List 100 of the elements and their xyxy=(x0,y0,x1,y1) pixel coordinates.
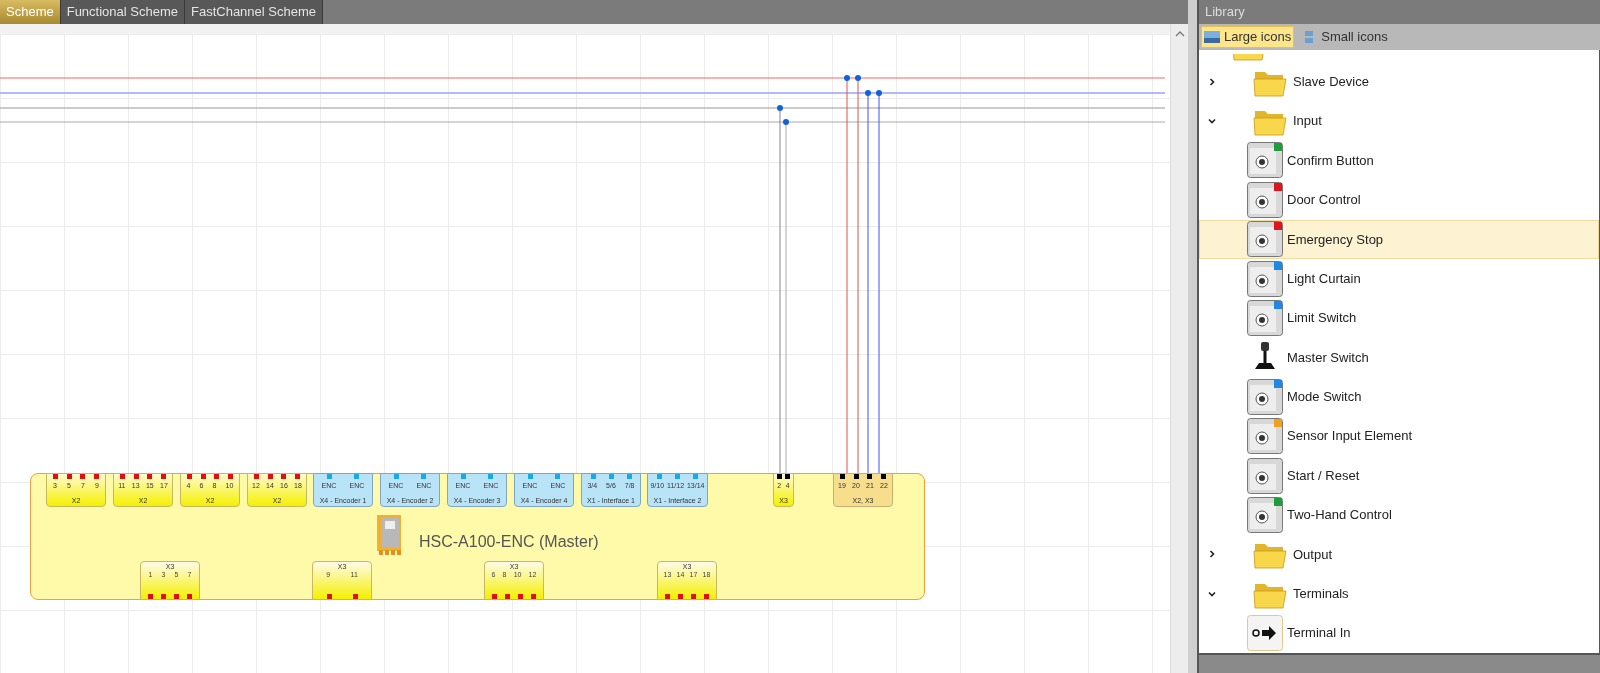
pin-marker xyxy=(187,474,193,479)
device-icon xyxy=(1247,300,1283,337)
pin-marker xyxy=(120,474,126,479)
pin-marker xyxy=(327,474,332,479)
device-icon xyxy=(1247,142,1283,179)
pin-marker xyxy=(626,474,632,479)
pin-marker xyxy=(394,474,399,479)
device-icon xyxy=(1247,497,1283,533)
pin-marker xyxy=(704,594,709,599)
item-label: Emergency Stop xyxy=(1287,230,1384,249)
pin-marker xyxy=(853,474,859,479)
device-icon xyxy=(1247,418,1283,455)
pin-marker xyxy=(421,474,426,479)
pin-marker xyxy=(590,474,596,479)
pin-marker xyxy=(505,594,510,599)
panel-title: Library xyxy=(1204,3,1246,21)
item-label: Limit Switch xyxy=(1287,309,1357,328)
pin-marker xyxy=(656,474,662,479)
folder-label: Terminals xyxy=(1293,585,1349,603)
pin-marker xyxy=(227,474,233,479)
pin-marker xyxy=(66,474,72,479)
pin-marker xyxy=(665,594,670,599)
chevron-right-icon[interactable] xyxy=(1207,76,1217,87)
pin-marker xyxy=(675,474,680,479)
library-item[interactable]: Light Curtain xyxy=(1199,258,1599,299)
library-item[interactable]: Confirm Button xyxy=(1199,140,1599,181)
view-toggle[interactable]: Small icons xyxy=(1298,26,1391,48)
pin-marker xyxy=(608,474,614,479)
library-item[interactable]: Door Control xyxy=(1199,180,1599,220)
folder-label: Input xyxy=(1293,112,1322,131)
pin-marker xyxy=(461,474,466,479)
pin-marker xyxy=(867,474,873,479)
scrollbar-track[interactable] xyxy=(1170,24,1188,673)
pin-marker xyxy=(187,594,192,599)
pin-marker xyxy=(840,474,846,479)
library-folder[interactable]: Slave Device xyxy=(1199,62,1599,102)
pin-marker xyxy=(214,474,220,479)
device-icon xyxy=(1247,181,1283,218)
pin-marker xyxy=(174,594,179,599)
pin-marker xyxy=(281,474,287,479)
library-item[interactable]: Mode Switch xyxy=(1199,377,1599,417)
pin-marker xyxy=(133,474,139,479)
pin-marker xyxy=(555,474,560,479)
folder-label: Slave Device xyxy=(1293,72,1369,91)
chevron-right-icon[interactable] xyxy=(1207,549,1217,560)
library-folder[interactable]: Input xyxy=(1199,101,1599,141)
pin-marker xyxy=(148,594,153,599)
item-label: Mode Switch xyxy=(1287,388,1362,407)
pin-marker xyxy=(492,594,497,599)
pin-marker xyxy=(267,474,273,479)
scheme-tab[interactable]: Functional Scheme xyxy=(60,0,185,24)
library-item[interactable]: Master Switch xyxy=(1199,337,1599,378)
item-label: Light Curtain xyxy=(1287,269,1361,288)
large-icons-icon xyxy=(1204,30,1220,44)
pin-marker xyxy=(691,594,696,599)
item-label: Two-Hand Control xyxy=(1287,506,1392,525)
item-label: Terminal In xyxy=(1287,624,1351,643)
pin-marker xyxy=(488,474,493,479)
pin-marker xyxy=(294,474,300,479)
pin-marker xyxy=(200,474,206,479)
item-label: Confirm Button xyxy=(1287,151,1374,170)
controller-icon xyxy=(377,515,401,555)
item-label: Door Control xyxy=(1287,191,1361,210)
library-folder[interactable]: Terminals xyxy=(1199,574,1599,614)
device-icon xyxy=(1247,260,1283,297)
device-icon xyxy=(1247,378,1283,415)
pin-marker xyxy=(147,474,153,479)
item-label: Sensor Input Element xyxy=(1287,427,1413,446)
scroll-up-icon[interactable] xyxy=(1174,30,1185,38)
pin-marker xyxy=(53,474,59,479)
device-icon xyxy=(1247,457,1283,494)
library-item[interactable]: Terminal In xyxy=(1199,613,1599,653)
pin-marker xyxy=(678,594,683,599)
device-name: HSC-A100-ENC (Master) xyxy=(419,532,599,552)
pin-marker xyxy=(880,474,886,479)
folder-label: Output xyxy=(1293,545,1333,564)
pin-marker xyxy=(254,474,260,479)
pin-marker xyxy=(161,594,166,599)
device-icon xyxy=(1247,221,1283,258)
library-item[interactable]: Start / Reset xyxy=(1199,455,1599,496)
scheme-tab[interactable]: FastChannel Scheme xyxy=(185,0,323,24)
library-item[interactable]: Emergency Stop xyxy=(1199,219,1599,259)
pin-marker xyxy=(80,474,86,479)
view-toggle[interactable]: Large icons xyxy=(1201,26,1295,48)
item-label: Start / Reset xyxy=(1287,466,1360,485)
library-item[interactable]: Sensor Input Element xyxy=(1199,416,1599,456)
item-label: Master Switch xyxy=(1287,348,1369,367)
library-item[interactable]: Limit Switch xyxy=(1199,298,1599,338)
library-folder[interactable]: Output xyxy=(1199,534,1599,575)
pin-marker xyxy=(160,474,166,479)
pin-marker xyxy=(518,594,523,599)
pin-marker xyxy=(531,594,536,599)
library-item[interactable]: Two-Hand Control xyxy=(1199,495,1599,535)
pin-marker xyxy=(693,474,699,479)
pin-marker xyxy=(326,594,332,599)
folder-icon xyxy=(1232,54,1266,62)
pin-marker xyxy=(93,474,99,479)
pin-marker xyxy=(352,594,358,599)
pin-marker xyxy=(528,474,533,479)
pin-marker xyxy=(354,474,359,479)
